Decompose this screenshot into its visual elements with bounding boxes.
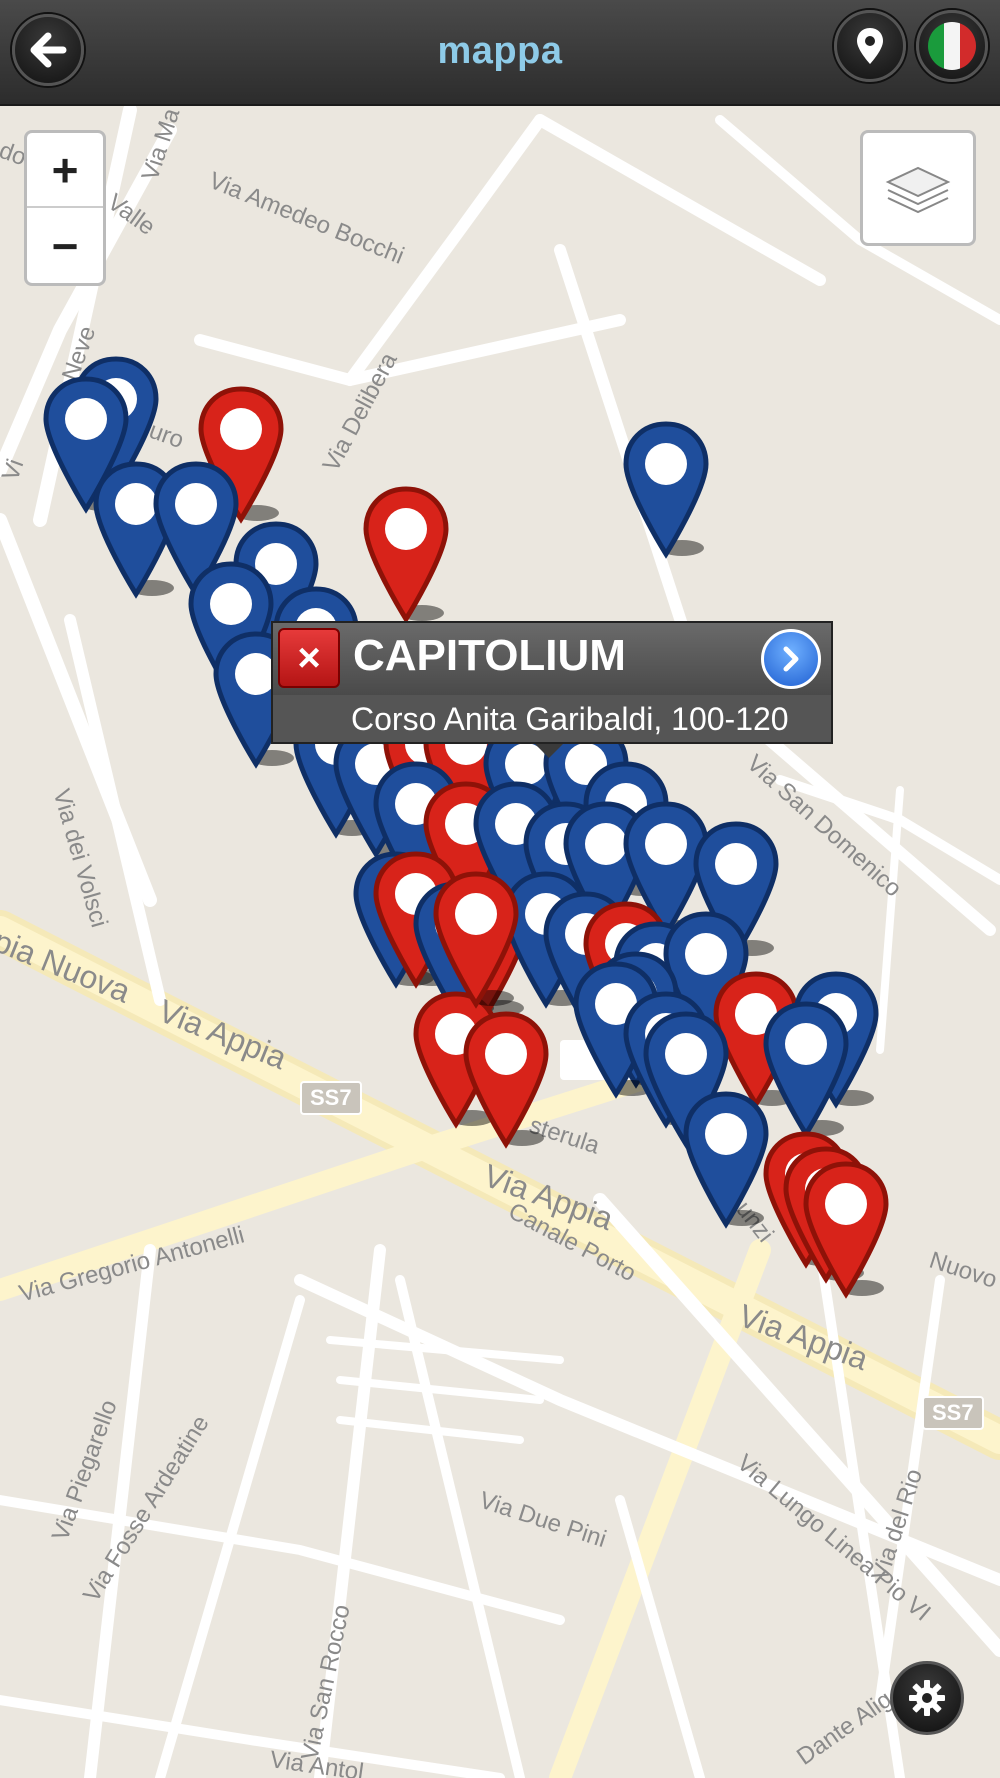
map-view[interactable]: Via Amedeo Bocchi Valle Via Ma Via Delib… bbox=[0, 106, 1000, 1778]
map-pin-red[interactable] bbox=[800, 1160, 892, 1300]
road-shield: SS7 bbox=[922, 1396, 984, 1430]
popup-pointer bbox=[535, 744, 563, 758]
layers-button[interactable] bbox=[860, 130, 976, 246]
map-pin-blue[interactable] bbox=[760, 1000, 852, 1140]
zoom-control: + − bbox=[24, 130, 106, 286]
place-popup[interactable]: × CAPITOLIUM Corso Anita Garibaldi, 100-… bbox=[271, 621, 833, 758]
italy-flag-icon bbox=[928, 22, 976, 70]
zoom-in-button[interactable]: + bbox=[27, 133, 103, 208]
zoom-out-button[interactable]: − bbox=[27, 208, 103, 283]
map-pin-red[interactable] bbox=[460, 1010, 552, 1150]
chevron-right-icon bbox=[783, 646, 799, 672]
road-shield: SS7 bbox=[300, 1081, 362, 1115]
details-button[interactable] bbox=[761, 629, 821, 689]
location-button[interactable] bbox=[834, 10, 906, 82]
close-icon: × bbox=[297, 635, 321, 680]
place-address: Corso Anita Garibaldi, 100-120 bbox=[351, 701, 789, 737]
map-pin-blue[interactable] bbox=[680, 1090, 772, 1230]
map-pin-blue[interactable] bbox=[620, 420, 712, 560]
settings-button[interactable] bbox=[890, 1661, 964, 1735]
place-name: CAPITOLIUM bbox=[353, 631, 626, 680]
close-button[interactable]: × bbox=[278, 628, 340, 688]
map-pin-red[interactable] bbox=[360, 485, 452, 625]
map-pin-icon bbox=[857, 28, 883, 64]
language-button[interactable] bbox=[916, 10, 988, 82]
top-bar: mappa bbox=[0, 0, 1000, 106]
popup-header: × CAPITOLIUM bbox=[273, 623, 831, 695]
map-pin-red[interactable] bbox=[430, 870, 522, 1010]
layers-icon bbox=[885, 166, 951, 214]
gear-icon bbox=[909, 1680, 945, 1716]
